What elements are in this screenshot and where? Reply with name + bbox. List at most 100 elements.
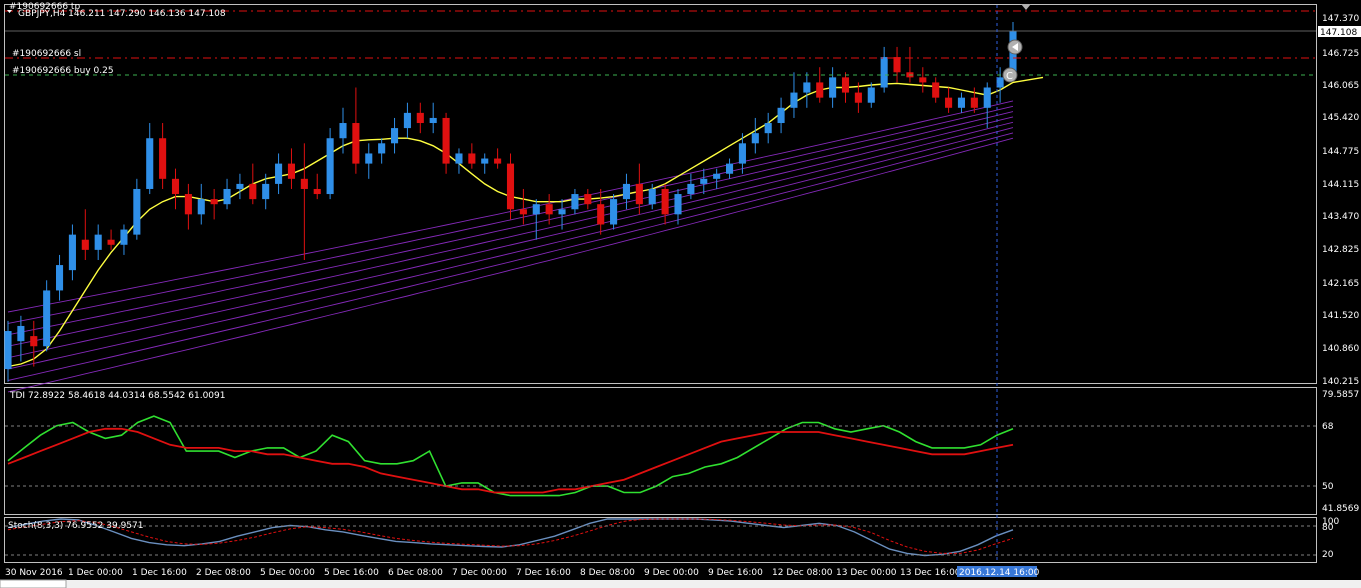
candle-body bbox=[81, 239, 89, 250]
candle-body bbox=[571, 194, 579, 210]
candle-body bbox=[751, 133, 759, 144]
symbol-info: GBPJPY,H4 146.211 147.290 146.136 147.10… bbox=[18, 9, 226, 19]
candle-body bbox=[970, 97, 978, 108]
crosshair-time-label: 2016.12.14 16:00 bbox=[959, 568, 1040, 578]
candle-body bbox=[841, 77, 850, 93]
price-tick: 143.470 bbox=[1322, 212, 1359, 222]
price-tick: 145.420 bbox=[1322, 113, 1359, 123]
candle-body bbox=[365, 153, 373, 164]
tdi-tick: 41.8569 bbox=[1322, 504, 1359, 514]
price-tick: 142.825 bbox=[1322, 245, 1359, 255]
candle-body bbox=[777, 107, 785, 124]
candle-body bbox=[184, 194, 192, 215]
time-tick: 9 Dec 16:00 bbox=[708, 568, 763, 578]
stoch-tick: 20 bbox=[1322, 550, 1334, 560]
stoch-panel-frame bbox=[4, 517, 1317, 563]
ema-path bbox=[7, 76, 1044, 368]
candle-body bbox=[945, 97, 953, 108]
tdi-green-line bbox=[7, 415, 1014, 497]
candle-body bbox=[674, 194, 682, 215]
tdi-tick: 50 bbox=[1322, 482, 1334, 492]
candle-body bbox=[661, 188, 669, 215]
candle-body bbox=[687, 183, 695, 195]
candle-body bbox=[171, 178, 180, 195]
candle-body bbox=[30, 336, 38, 347]
candles bbox=[4, 22, 1017, 382]
candle-body bbox=[416, 112, 424, 124]
candle-body bbox=[210, 199, 218, 205]
candle-body bbox=[223, 188, 231, 205]
candle-body bbox=[597, 204, 605, 225]
candle-body bbox=[262, 183, 270, 200]
candle-body bbox=[558, 209, 566, 215]
ema-band-line bbox=[7, 111, 1014, 336]
candle-body bbox=[880, 57, 888, 88]
candle-body bbox=[829, 77, 837, 98]
candle-body bbox=[455, 153, 463, 164]
price-tick: 142.165 bbox=[1322, 279, 1359, 289]
candle-body bbox=[854, 92, 862, 103]
candle-body bbox=[867, 87, 875, 103]
chart-tab[interactable] bbox=[0, 579, 67, 588]
candle-body bbox=[816, 82, 824, 98]
candle-body bbox=[339, 123, 347, 139]
stoch-tick: 80 bbox=[1322, 523, 1334, 533]
tdi-red-line bbox=[7, 427, 1014, 494]
chart-canvas[interactable]: C #190692666 tp GBPJPY,H4 146.211 147.29… bbox=[0, 0, 1361, 588]
tdi-tick: 68 bbox=[1322, 422, 1334, 432]
trading-chart-window[interactable]: C #190692666 tp GBPJPY,H4 146.211 147.29… bbox=[0, 0, 1361, 588]
price-tick: 140.215 bbox=[1322, 377, 1359, 387]
price-tick: 144.775 bbox=[1322, 147, 1359, 157]
price-tick: 141.520 bbox=[1322, 311, 1359, 321]
time-tick: 30 Nov 2016 bbox=[5, 568, 63, 578]
candle-body bbox=[481, 158, 489, 164]
price-axis: 147.370 146.725 146.065 145.420 144.775 … bbox=[1322, 14, 1359, 387]
stoch-main-line bbox=[7, 518, 1014, 557]
candle-body bbox=[468, 153, 476, 164]
ema-bands bbox=[7, 100, 1014, 393]
time-tick: 13 Dec 00:00 bbox=[836, 568, 897, 578]
stoch-lines bbox=[7, 518, 1014, 557]
candle-body bbox=[17, 325, 25, 342]
time-tick: 7 Dec 16:00 bbox=[516, 568, 571, 578]
candle-body bbox=[429, 117, 437, 124]
price-tick: 146.065 bbox=[1322, 81, 1359, 91]
tab-strip[interactable] bbox=[0, 580, 1361, 588]
current-price-label: 147.108 bbox=[1320, 28, 1357, 38]
candle-body bbox=[120, 229, 128, 245]
price-tick: 147.370 bbox=[1322, 14, 1359, 24]
time-tick: 2 Dec 08:00 bbox=[196, 568, 251, 578]
candle-body bbox=[4, 331, 12, 370]
candle-body bbox=[55, 265, 64, 291]
time-tick: 9 Dec 00:00 bbox=[644, 568, 699, 578]
order-marker-glyph-icon: C bbox=[1006, 71, 1013, 82]
candle-body bbox=[506, 163, 515, 210]
candle-body bbox=[352, 123, 360, 164]
time-tick: 13 Dec 16:00 bbox=[900, 568, 961, 578]
candle-body bbox=[996, 77, 1004, 88]
order-sl-label: #190692666 sl bbox=[12, 49, 81, 59]
stoch-label: Stoch(8,3,3) 76.9552 39.9571 bbox=[8, 521, 143, 531]
time-tick: 1 Dec 00:00 bbox=[68, 568, 123, 578]
time-tick: 12 Dec 08:00 bbox=[772, 568, 833, 578]
candle-body bbox=[584, 194, 592, 205]
shift-marker-icon[interactable] bbox=[1021, 4, 1031, 10]
time-tick: 5 Dec 16:00 bbox=[324, 568, 379, 578]
order-buy-label: #190692666 buy 0.25 bbox=[12, 66, 114, 76]
candle-body bbox=[107, 239, 115, 245]
candle-body bbox=[494, 158, 502, 164]
time-tick: 5 Dec 00:00 bbox=[260, 568, 315, 578]
candle-body bbox=[610, 199, 618, 225]
candle-body bbox=[764, 123, 772, 134]
candle-body bbox=[622, 183, 631, 200]
ema-line bbox=[7, 76, 1044, 368]
candle-body bbox=[893, 57, 901, 73]
price-tick: 140.860 bbox=[1322, 344, 1359, 354]
candle-body bbox=[94, 234, 102, 250]
tdi-label: TDI 72.8922 58.4618 44.0314 68.5542 61.0… bbox=[9, 391, 225, 401]
candle-body bbox=[635, 183, 643, 205]
candle-body bbox=[133, 188, 141, 235]
candle-body bbox=[275, 163, 283, 184]
candle-body bbox=[300, 178, 308, 189]
time-tick: 1 Dec 16:00 bbox=[132, 568, 187, 578]
